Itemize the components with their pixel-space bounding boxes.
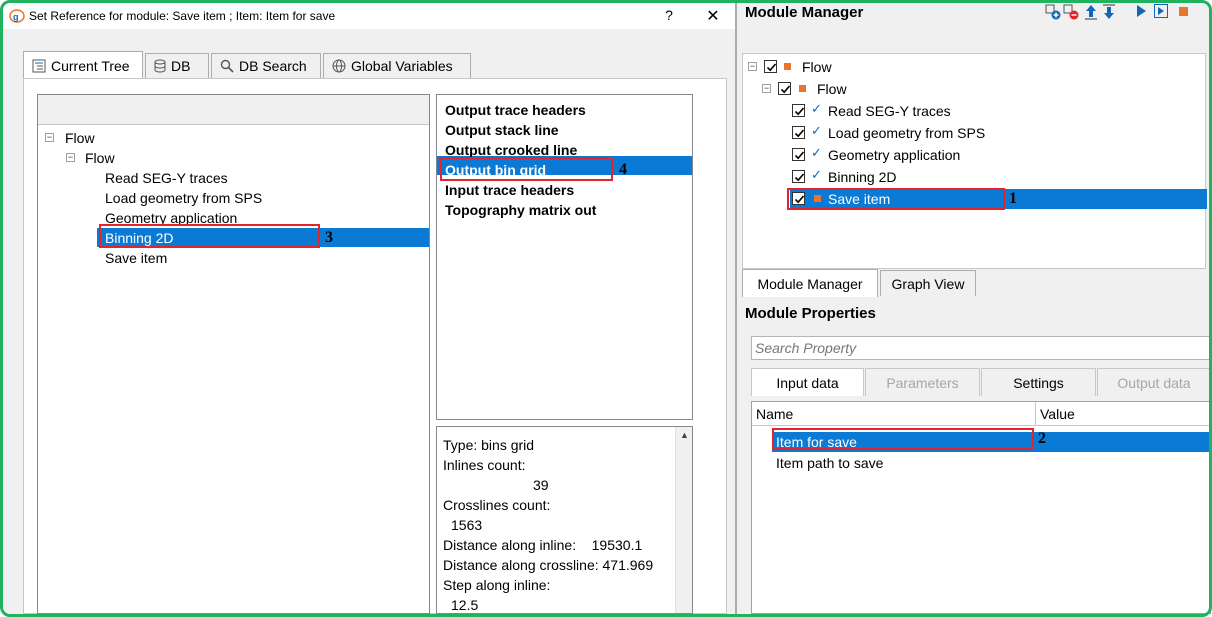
property-row-item-path[interactable]: Item path to save [776,453,883,473]
info-line: Inlines count: [443,457,526,473]
checkbox-icon[interactable] [792,126,805,139]
step-marker-4: 4 [619,161,627,178]
run-icon[interactable] [1133,4,1149,22]
tab-settings[interactable]: Settings [981,368,1096,396]
help-button[interactable]: ? [661,7,677,23]
outputs-list: Output trace headers Output stack line O… [436,94,693,420]
checkbox-icon[interactable] [792,170,805,183]
close-button[interactable]: ✕ [704,6,722,26]
highlight-box-2 [772,428,1034,450]
tab-graph-view[interactable]: Graph View [880,270,976,296]
highlight-box-3 [99,224,320,248]
column-header-value[interactable]: Value [1036,402,1210,426]
collapse-icon[interactable]: − [762,84,771,93]
item-info-panel: Type: bins grid Inlines count: 39 Crossl… [436,426,693,614]
checkbox-icon[interactable] [792,148,805,161]
step-marker-2: 2 [1038,430,1046,447]
list-item[interactable]: Topography matrix out [445,200,596,220]
tab-label: DB [171,58,191,74]
search-icon [220,59,234,73]
globe-icon [332,59,346,73]
checkbox-icon[interactable] [764,60,777,73]
checkbox-icon[interactable] [792,104,805,117]
info-line: Distance along inline: 19530.1 [443,537,643,553]
property-tabs: Input data Parameters Settings Output da… [751,368,1211,396]
collapse-icon[interactable]: − [748,62,757,71]
tree-header [38,95,429,125]
module-flow[interactable]: Flow [817,79,847,99]
tab-global-variables[interactable]: Global Variables [323,53,471,78]
tab-parameters[interactable]: Parameters [865,368,980,396]
module-item-binning-2d[interactable]: Binning 2D [828,167,897,187]
search-property-input[interactable]: Search Property [751,336,1211,360]
remove-module-icon[interactable] [1063,4,1079,22]
module-item-geometry-application[interactable]: Geometry application [828,145,960,165]
tab-label: DB Search [239,58,307,74]
tree-item-load-geometry[interactable]: Load geometry from SPS [105,188,262,208]
module-square-icon [784,63,791,70]
highlight-box-4 [440,157,613,181]
module-properties-title: Module Properties [745,305,876,322]
dialog-title: Set Reference for module: Save item ; It… [29,9,336,23]
tree-icon [32,59,46,73]
checkmark-icon: ✓ [811,101,822,116]
tab-input-data[interactable]: Input data [751,368,864,396]
module-root-flow[interactable]: Flow [802,57,832,77]
app-logo-icon: g [9,9,25,23]
column-header-name[interactable]: Name [752,402,1036,426]
database-icon [154,59,166,73]
module-square-icon [799,85,806,92]
info-value: 1563 [451,517,483,533]
tab-current-tree[interactable]: Current Tree [23,51,143,79]
checkmark-icon: ✓ [811,167,822,182]
module-item-read-segy[interactable]: Read SEG-Y traces [828,101,951,121]
list-item[interactable]: Output trace headers [445,100,586,120]
highlight-box-1 [787,188,1005,210]
add-module-icon[interactable] [1045,4,1061,22]
info-line: Crosslines count: [443,497,551,513]
list-item[interactable]: Input trace headers [445,180,574,200]
tree-item-save-item[interactable]: Save item [105,248,167,268]
tab-module-manager[interactable]: Module Manager [742,269,878,297]
list-item[interactable]: Output stack line [445,120,559,140]
tree-flow[interactable]: Flow [85,148,115,168]
info-line: Type: bins grid [443,437,535,453]
module-manager-panel: Module Manager − Flow − Flow ✓ Read SEG-… [735,3,1211,614]
info-line: Distance along crossline: 471.969 [443,557,654,573]
module-tree: − Flow − Flow ✓ Read SEG-Y traces ✓ Load… [742,53,1207,269]
collapse-icon[interactable]: − [45,133,54,142]
info-value: 12.5 [451,597,479,613]
tab-db-search[interactable]: DB Search [211,53,321,78]
tab-label: Global Variables [351,58,453,74]
tab-label: Current Tree [51,57,130,74]
step-marker-1: 1 [1009,190,1017,207]
step-marker-3: 3 [325,229,333,246]
scroll-up-arrow-icon[interactable]: ▲ [676,427,693,444]
svg-text:g: g [13,12,19,22]
move-down-icon[interactable] [1101,4,1117,22]
checkmark-icon: ✓ [811,123,822,138]
module-item-load-geometry[interactable]: Load geometry from SPS [828,123,985,143]
info-scrollbar[interactable]: ▲ [675,427,692,613]
stop-icon[interactable] [1175,4,1191,22]
dialog-titlebar: g Set Reference for module: Save item ; … [3,3,735,29]
move-up-icon[interactable] [1083,4,1099,22]
checkmark-icon: ✓ [811,145,822,160]
checkbox-icon[interactable] [778,82,791,95]
tab-output-data[interactable]: Output data [1097,368,1211,396]
tab-db[interactable]: DB [145,53,209,78]
tree-item-read-segy[interactable]: Read SEG-Y traces [105,168,228,188]
info-line: Step along inline: [443,577,551,593]
run-step-icon[interactable] [1153,4,1169,22]
module-manager-title: Module Manager [745,4,864,21]
info-value: 39 [533,477,549,493]
flow-tree: − Flow − Flow Read SEG-Y traces Load geo… [37,94,430,614]
collapse-icon[interactable]: − [66,153,75,162]
tree-root-flow[interactable]: Flow [65,128,95,148]
